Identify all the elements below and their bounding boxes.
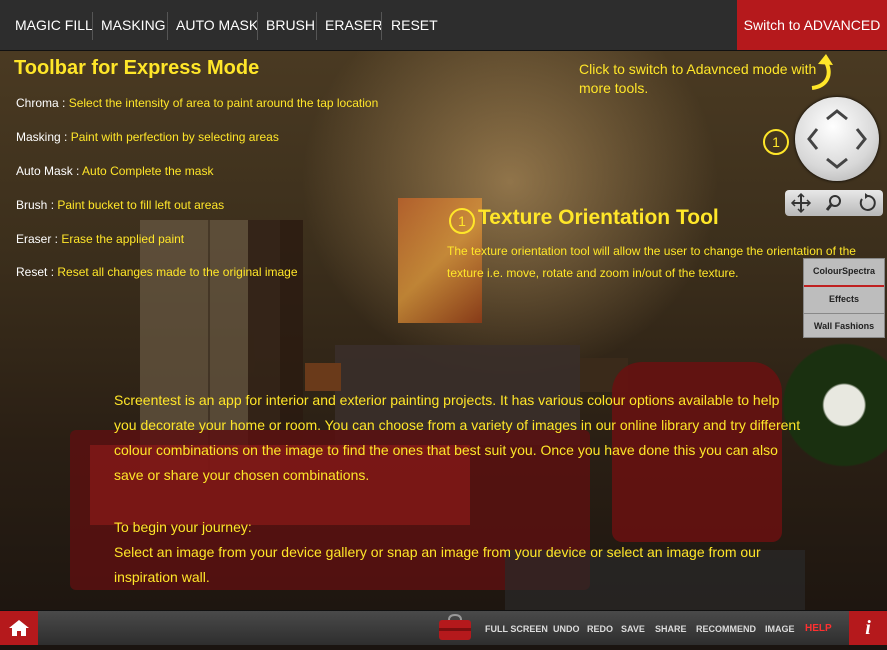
legend-sep: : <box>51 232 62 246</box>
legend-value: Paint bucket to fill left out areas <box>57 198 225 212</box>
full-screen-button[interactable]: FULL SCREEN <box>485 611 548 645</box>
home-button[interactable] <box>0 611 38 645</box>
rotate-icon <box>859 193 876 211</box>
legend-row-eraser: Eraser : Erase the applied paint <box>16 232 184 246</box>
paint-bag-icon <box>439 613 471 640</box>
legend-sep: : <box>47 265 58 279</box>
save-button[interactable]: SAVE <box>621 611 645 645</box>
direction-pad[interactable] <box>795 97 879 181</box>
lamp <box>305 363 341 391</box>
dpad-number-badge: 1 <box>763 129 789 155</box>
legend-row-brush: Brush : Paint bucket to fill left out ar… <box>16 198 224 212</box>
divider <box>92 12 93 40</box>
legend-sep: : <box>47 198 58 212</box>
legend-key: Eraser <box>16 232 52 246</box>
legend-key: Brush <box>16 198 48 212</box>
advanced-mode-note: Click to switch to Adavnced mode with mo… <box>579 61 817 96</box>
info-icon: i <box>865 617 871 639</box>
legend-sep: : <box>60 130 71 144</box>
rotate-button[interactable] <box>851 190 883 216</box>
move-button[interactable] <box>785 190 817 216</box>
help-button[interactable]: HELP <box>805 611 832 645</box>
masking-button[interactable]: MASKING <box>101 0 166 50</box>
legend-row-auto-mask: Auto Mask : Auto Complete the mask <box>16 164 213 178</box>
top-toolbar: MAGIC FILL MASKING AUTO MASK BRUSH ERASE… <box>0 0 887 51</box>
divider <box>257 12 258 40</box>
side-menu-wall-fashions[interactable]: Wall Fashions <box>804 314 884 340</box>
recommend-button[interactable]: RECOMMEND <box>696 611 756 645</box>
divider <box>381 12 382 40</box>
legend-row-chroma: Chroma : Select the intensity of area to… <box>16 96 378 110</box>
home-icon <box>9 620 29 636</box>
direction-pad-icon <box>807 109 867 169</box>
legend-value: Erase the applied paint <box>61 232 185 246</box>
magic-fill-button[interactable]: MAGIC FILL <box>15 0 93 50</box>
bottom-bar: FULL SCREEN UNDO REDO SAVE SHARE RECOMME… <box>0 610 887 645</box>
divider <box>316 12 317 40</box>
curved-arrow-icon <box>811 54 833 90</box>
legend-value: Paint with perfection by selecting areas <box>70 130 279 144</box>
zoom-icon <box>825 195 841 211</box>
begin-title: To begin your journey: <box>114 519 252 535</box>
legend-row-reset: Reset : Reset all changes made to the or… <box>16 265 298 279</box>
legend-value: Select the intensity of area to paint ar… <box>68 96 379 110</box>
texture-tool-title: Texture Orientation Tool <box>478 206 719 229</box>
reset-button[interactable]: RESET <box>391 0 438 50</box>
legend-value: Auto Complete the mask <box>82 164 214 178</box>
legend-key: Reset <box>16 265 48 279</box>
legend-sep: : <box>72 164 83 178</box>
texture-mini-toolbar <box>785 190 883 216</box>
legend-key: Auto Mask <box>16 164 73 178</box>
legend-sep: : <box>58 96 69 110</box>
side-menu-effects[interactable]: Effects <box>804 287 884 314</box>
texture-number-badge: 1 <box>449 208 475 234</box>
side-menu: ColourSpectra Effects Wall Fashions <box>803 258 885 338</box>
image-button[interactable]: IMAGE <box>765 611 795 645</box>
legend-row-masking: Masking : Paint with perfection by selec… <box>16 130 279 144</box>
eraser-button[interactable]: ERASER <box>325 0 383 50</box>
legend-key: Masking <box>16 130 61 144</box>
legend-key: Chroma <box>16 96 59 110</box>
zoom-button[interactable] <box>818 190 850 216</box>
switch-to-advanced-button[interactable]: Switch to ADVANCED <box>737 0 887 50</box>
side-menu-colourspectra[interactable]: ColourSpectra <box>804 259 884 287</box>
auto-mask-button[interactable]: AUTO MASK <box>176 0 258 50</box>
info-button[interactable]: i <box>849 611 887 645</box>
begin-text: Select an image from your device gallery… <box>114 544 761 585</box>
divider <box>167 12 168 40</box>
begin-journey: To begin your journey: Select an image f… <box>114 515 804 590</box>
undo-button[interactable]: UNDO <box>553 611 580 645</box>
redo-button[interactable]: REDO <box>587 611 613 645</box>
legend-value: Reset all changes made to the original i… <box>57 265 298 279</box>
app-description: Screentest is an app for interior and ex… <box>114 392 801 483</box>
express-heading: Toolbar for Express Mode <box>14 57 260 79</box>
move-icon <box>790 192 812 214</box>
share-button[interactable]: SHARE <box>655 611 687 645</box>
paint-bag-button[interactable] <box>437 613 473 642</box>
brush-button[interactable]: BRUSH <box>266 0 315 50</box>
